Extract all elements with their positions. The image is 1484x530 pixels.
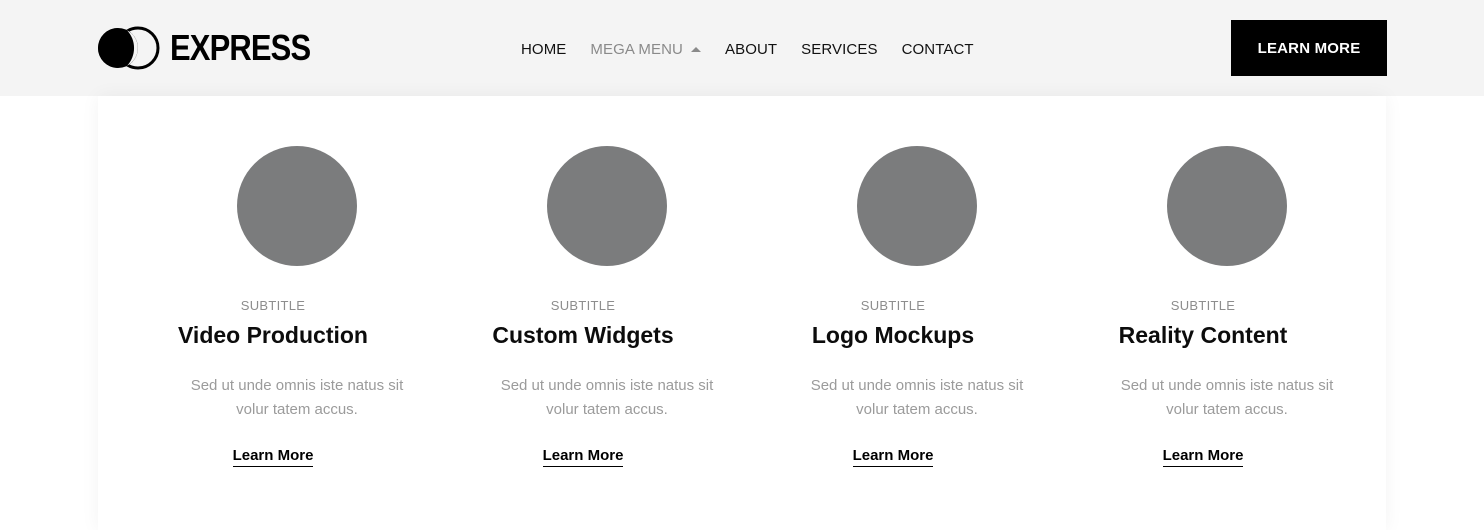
double-circle-logo-icon [98,26,160,70]
learn-more-link[interactable]: Learn More [542,447,624,467]
brand-logo[interactable]: EXPRESS [96,26,333,70]
learn-more-link[interactable]: Learn More [1162,447,1244,467]
main-nav: HOME MEGA MENU ABOUT SERVICES CONTACT [521,38,998,60]
card-link-wrap: Learn More [118,447,428,467]
service-card: SUBTITLE Reality Content Sed ut unde omn… [1048,96,1358,530]
nav-item-about[interactable]: ABOUT [725,41,777,58]
card-subtitle: SUBTITLE [1170,298,1236,313]
card-description: Sed ut unde omnis iste natus sit volur t… [1120,377,1334,418]
nav-item-services[interactable]: SERVICES [801,41,877,58]
image-placeholder [857,146,977,266]
card-link-wrap: Learn More [738,447,1048,467]
service-card: SUBTITLE Logo Mockups Sed ut unde omnis … [738,96,1048,530]
caret-up-icon [690,46,701,52]
card-subtitle: SUBTITLE [550,298,616,313]
nav-item-contact[interactable]: CONTACT [902,41,974,58]
card-description: Sed ut unde omnis iste natus sit volur t… [500,377,714,418]
card-subtitle: SUBTITLE [240,298,306,313]
image-placeholder [547,146,667,266]
learn-more-button[interactable]: LEARN MORE [1231,20,1387,76]
image-placeholder [1167,146,1287,266]
card-title: Video Production [178,322,368,348]
card-subtitle: SUBTITLE [860,298,926,313]
card-description: Sed ut unde omnis iste natus sit volur t… [190,377,404,418]
nav-item-home[interactable]: HOME [521,41,566,58]
learn-more-link[interactable]: Learn More [852,447,934,467]
card-link-wrap: Learn More [428,447,738,467]
service-card: SUBTITLE Custom Widgets Sed ut unde omni… [428,96,738,530]
card-title: Reality Content [1118,322,1288,348]
nav-item-mega-menu-label: MEGA MENU [590,40,683,58]
card-title: Custom Widgets [492,322,674,348]
nav-item-mega-menu[interactable]: MEGA MENU [590,41,701,58]
card-title: Logo Mockups [811,322,975,348]
service-card: SUBTITLE Video Production Sed ut unde om… [118,96,428,530]
image-placeholder [237,146,357,266]
card-description: Sed ut unde omnis iste natus sit volur t… [810,377,1024,418]
site-header: EXPRESS HOME MEGA MENU ABOUT SERVICES CO… [0,0,1484,96]
card-link-wrap: Learn More [1048,447,1358,467]
learn-more-link[interactable]: Learn More [232,447,314,467]
brand-name: EXPRESS [170,27,311,68]
mega-menu-panel: SUBTITLE Video Production Sed ut unde om… [98,96,1386,530]
